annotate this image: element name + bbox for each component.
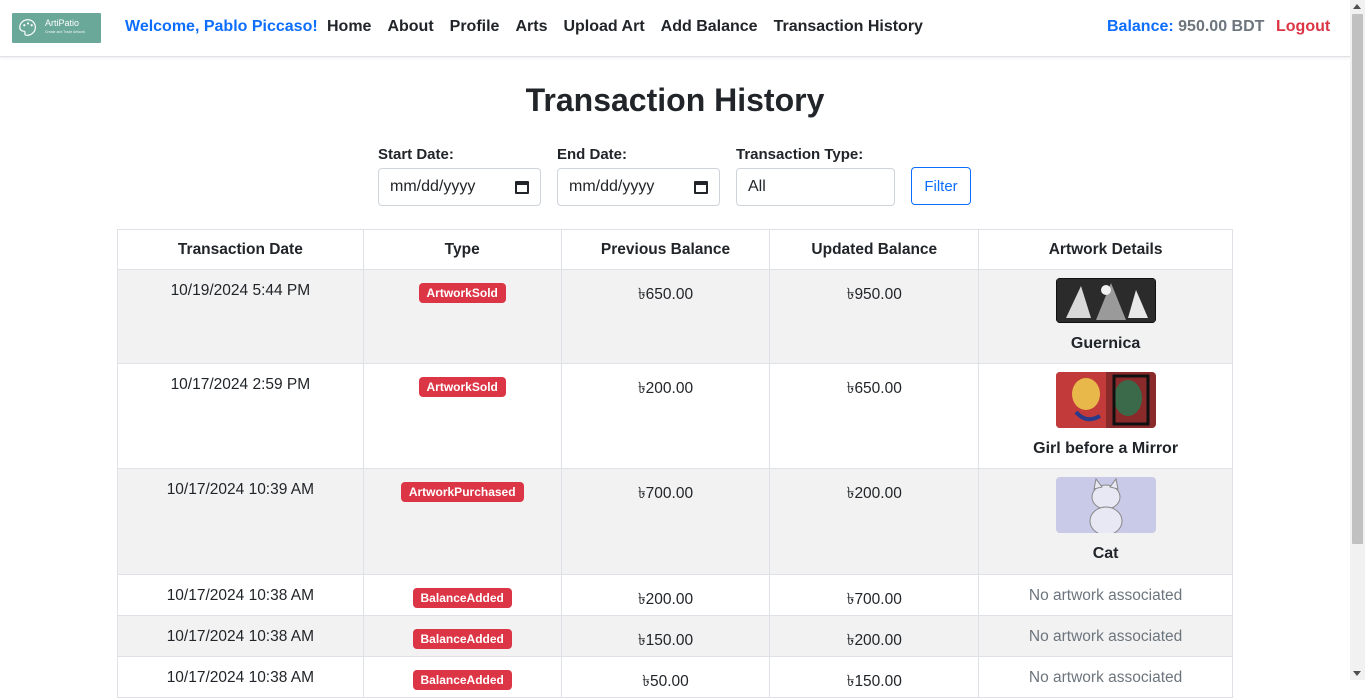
palette-icon — [19, 19, 36, 36]
transaction-type-value: All — [748, 178, 766, 195]
start-date-label: Start Date: — [378, 146, 454, 163]
artwork-name: Guernica — [1070, 335, 1141, 352]
type-badge: BalanceAdded — [412, 588, 512, 608]
cell-previous-balance: ৳150.00 — [560, 615, 771, 657]
artwork-name: Girl before a Mirror — [1033, 440, 1179, 457]
type-badge: ArtworkSold — [418, 377, 506, 397]
cell-date: 10/17/2024 10:38 AM — [117, 615, 364, 657]
nav-upload-art[interactable]: Upload Art — [563, 18, 644, 36]
cell-previous-balance: ৳650.00 — [560, 269, 771, 364]
cell-updated-balance: ৳150.00 — [769, 656, 980, 698]
scroll-up-icon[interactable] — [1353, 4, 1361, 9]
cell-artwork: No artwork associated — [978, 656, 1233, 698]
transactions-table: Transaction Date Type Previous Balance U… — [117, 229, 1233, 698]
transaction-type-select[interactable]: All — [736, 168, 895, 206]
end-date-placeholder: mm/dd/yyyy — [569, 178, 655, 195]
table-header-row: Transaction Date Type Previous Balance U… — [117, 229, 1233, 270]
cell-type: BalanceAdded — [362, 574, 562, 616]
cell-previous-balance: ৳700.00 — [560, 468, 771, 575]
header-type: Type — [362, 229, 562, 270]
brand-logo[interactable]: ArtiPatio Create and Trade Artwork — [12, 13, 101, 43]
brand-name: ArtiPatio — [45, 18, 80, 28]
table-row: 10/17/2024 10:38 AM BalanceAdded ৳50.00 … — [117, 656, 1233, 698]
table-row: 10/19/2024 5:44 PM ArtworkSold ৳650.00 ৳… — [117, 269, 1233, 364]
page-scrollbar[interactable] — [1350, 0, 1365, 680]
cell-type: ArtworkSold — [362, 363, 562, 469]
cell-previous-balance: ৳200.00 — [560, 363, 771, 469]
cell-artwork: Girl before a Mirror — [978, 363, 1233, 469]
type-badge: BalanceAdded — [412, 670, 512, 690]
nav-about[interactable]: About — [387, 18, 433, 36]
type-badge: ArtworkPurchased — [400, 482, 524, 502]
cell-type: BalanceAdded — [362, 656, 562, 698]
cell-previous-balance: ৳50.00 — [560, 656, 771, 698]
cell-type: ArtworkPurchased — [362, 468, 562, 575]
top-navbar: ArtiPatio Create and Trade Artwork Welco… — [0, 0, 1350, 57]
header-previous-balance: Previous Balance — [560, 229, 771, 270]
transaction-type-group: Transaction Type: All — [736, 146, 895, 206]
end-date-input[interactable]: mm/dd/yyyy — [557, 168, 720, 206]
calendar-icon[interactable] — [515, 180, 529, 194]
start-date-placeholder: mm/dd/yyyy — [390, 178, 476, 195]
header-artwork-details: Artwork Details — [978, 229, 1233, 270]
nav-add-balance[interactable]: Add Balance — [661, 18, 758, 36]
artwork-name: Cat — [1092, 545, 1119, 562]
type-badge: ArtworkSold — [418, 283, 506, 303]
table-row: 10/17/2024 10:38 AM BalanceAdded ৳200.00… — [117, 574, 1233, 616]
logout-link[interactable]: Logout — [1276, 18, 1330, 36]
scroll-thumb[interactable] — [1352, 14, 1363, 544]
cell-updated-balance: ৳700.00 — [769, 574, 980, 616]
cell-updated-balance: ৳950.00 — [769, 269, 980, 364]
nav-home[interactable]: Home — [327, 18, 371, 36]
cell-artwork: No artwork associated — [978, 574, 1233, 616]
cell-date: 10/17/2024 10:38 AM — [117, 656, 364, 698]
welcome-text: Welcome, Pablo Piccaso! — [125, 18, 318, 35]
filter-button[interactable]: Filter — [911, 167, 971, 205]
cell-previous-balance: ৳200.00 — [560, 574, 771, 616]
scroll-down-icon[interactable] — [1353, 671, 1361, 676]
brand-tagline: Create and Trade Artwork — [45, 30, 85, 34]
cell-artwork: Guernica — [978, 269, 1233, 364]
cell-type: ArtworkSold — [362, 269, 562, 364]
page-title: Transaction History — [525, 82, 825, 118]
cell-type: BalanceAdded — [362, 615, 562, 657]
balance-display: Balance: 950.00 BDT — [1107, 18, 1264, 36]
cell-artwork: Cat — [978, 468, 1233, 575]
start-date-group: Start Date: mm/dd/yyyy — [378, 146, 541, 206]
nav-transaction-history[interactable]: Transaction History — [774, 18, 923, 36]
calendar-icon[interactable] — [694, 180, 708, 194]
header-updated-balance: Updated Balance — [769, 229, 980, 270]
transaction-type-label: Transaction Type: — [736, 146, 864, 163]
end-date-group: End Date: mm/dd/yyyy — [557, 146, 720, 206]
balance-value: 950.00 BDT — [1178, 18, 1265, 35]
start-date-input[interactable]: mm/dd/yyyy — [378, 168, 541, 206]
cell-date: 10/17/2024 10:38 AM — [117, 574, 364, 616]
cell-updated-balance: ৳200.00 — [769, 615, 980, 657]
balance-label: Balance: — [1107, 18, 1174, 35]
artwork-thumbnail[interactable] — [1055, 278, 1156, 323]
table-row: 10/17/2024 10:38 AM BalanceAdded ৳150.00… — [117, 615, 1233, 657]
cell-artwork: No artwork associated — [978, 615, 1233, 657]
cell-date: 10/17/2024 2:59 PM — [117, 363, 364, 469]
table-row: 10/17/2024 10:39 AM ArtworkPurchased ৳70… — [117, 468, 1233, 575]
table-row: 10/17/2024 2:59 PM ArtworkSold ৳200.00 ৳… — [117, 363, 1233, 469]
header-transaction-date: Transaction Date — [117, 229, 364, 270]
cell-date: 10/19/2024 5:44 PM — [117, 269, 364, 364]
cell-updated-balance: ৳650.00 — [769, 363, 980, 469]
type-badge: BalanceAdded — [412, 629, 512, 649]
artwork-thumbnail[interactable] — [1055, 372, 1156, 428]
artwork-thumbnail[interactable] — [1055, 477, 1156, 533]
cell-date: 10/17/2024 10:39 AM — [117, 468, 364, 575]
cell-updated-balance: ৳200.00 — [769, 468, 980, 575]
nav-profile[interactable]: Profile — [450, 18, 500, 36]
nav-links: Home About Profile Arts Upload Art Add B… — [327, 18, 939, 36]
end-date-label: End Date: — [557, 146, 628, 163]
nav-arts[interactable]: Arts — [515, 18, 547, 36]
